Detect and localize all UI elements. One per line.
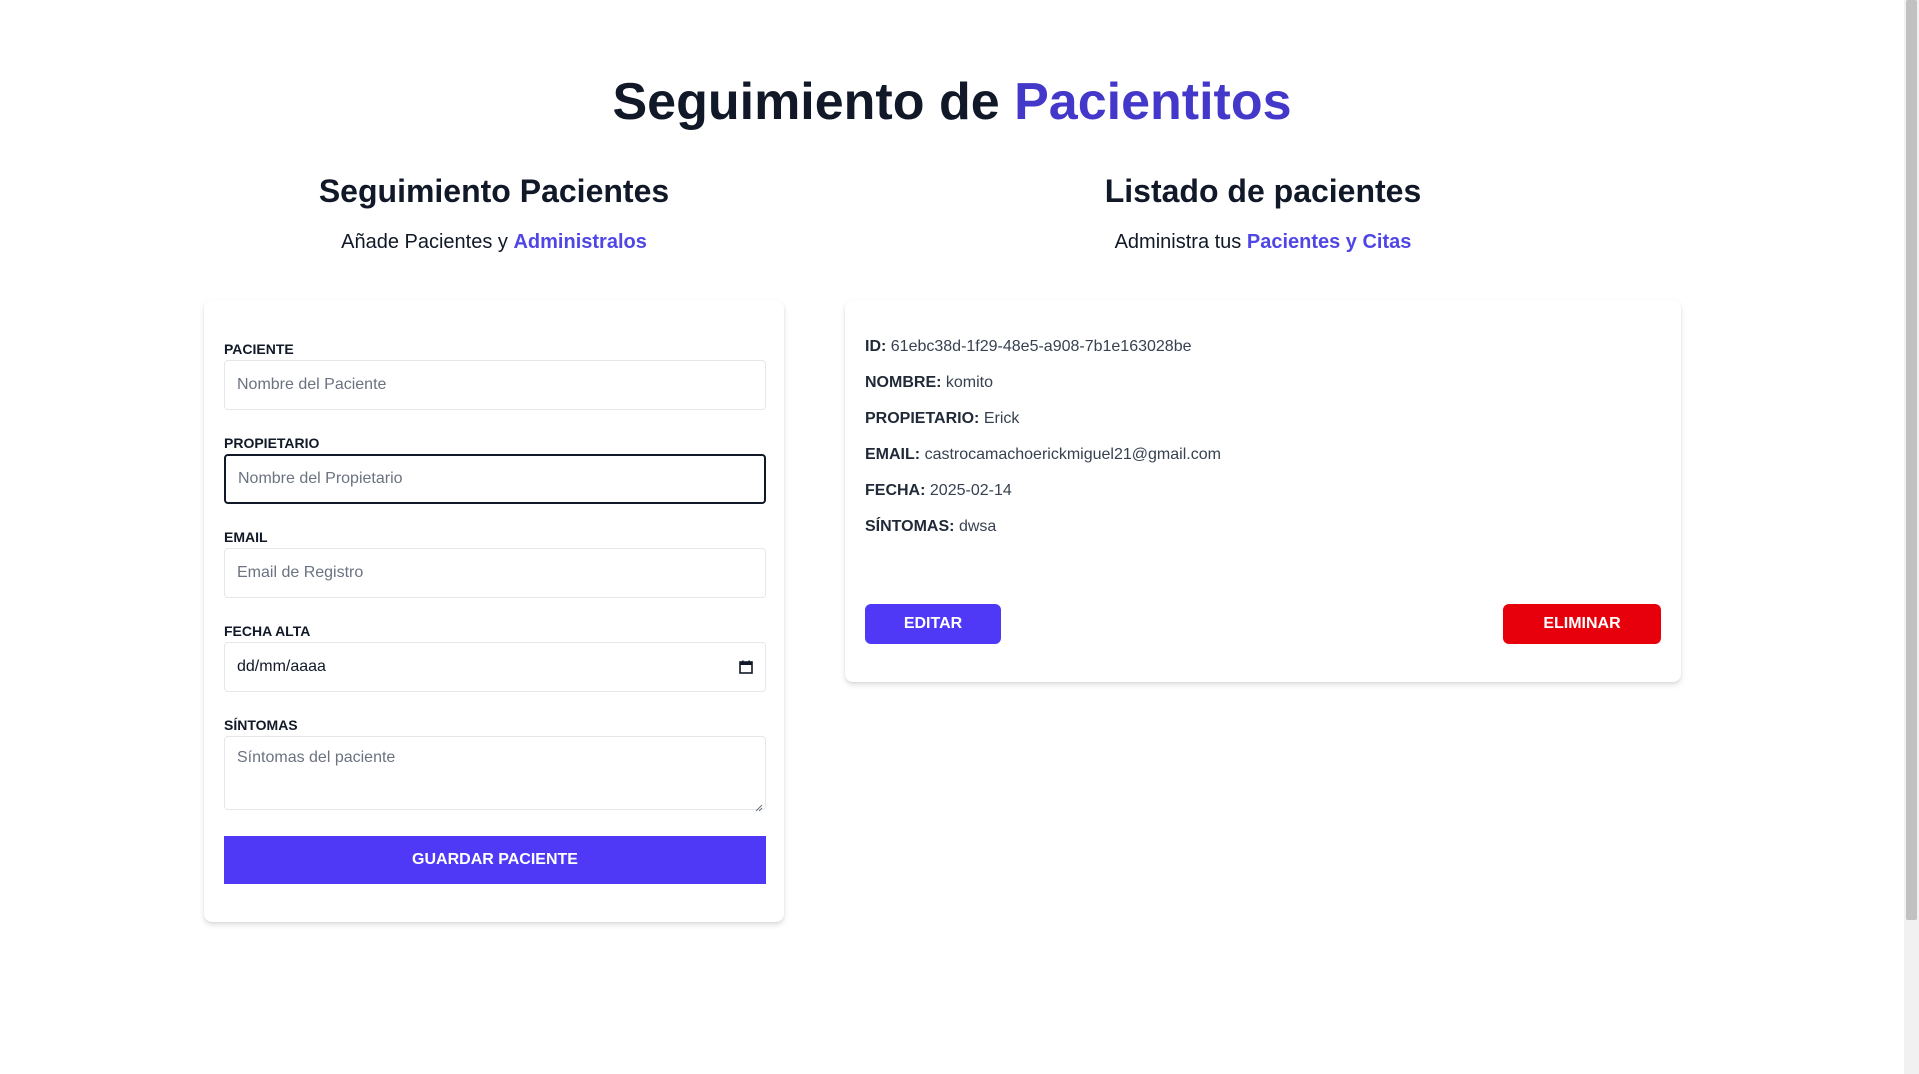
owner-name-input[interactable] xyxy=(224,454,766,504)
patient-date-key: FECHA: xyxy=(865,482,926,499)
save-patient-button[interactable]: GUARDAR PACIENTE xyxy=(224,836,766,884)
patient-id-row: ID: 61ebc38d-1f29-48e5-a908-7b1e163028be xyxy=(865,338,1192,356)
owner-name-label: PROPIETARIO xyxy=(224,435,320,451)
patient-owner-key: PROPIETARIO: xyxy=(865,410,980,427)
patient-email-key: EMAIL: xyxy=(865,446,921,463)
calendar-icon[interactable] xyxy=(739,660,753,674)
page-title: Seguimiento de Pacientitos xyxy=(0,72,1904,132)
delete-button[interactable]: ELIMINAR xyxy=(1503,604,1661,644)
form-subtitle-text: Añade Pacientes y xyxy=(341,231,514,253)
patient-email-row: EMAIL: castrocamachoerickmiguel21@gmail.… xyxy=(865,446,1221,464)
patient-id-key: ID: xyxy=(865,338,887,355)
form-section-heading: Seguimiento Pacientes xyxy=(318,173,670,209)
patient-name-row: NOMBRE: komito xyxy=(865,374,993,392)
discharge-date-label: FECHA ALTA xyxy=(224,623,311,639)
edit-button[interactable]: EDITAR xyxy=(865,604,1001,644)
patient-symptoms-key: SÍNTOMAS: xyxy=(865,518,955,535)
date-placeholder: dd/mm/aaaa xyxy=(237,658,326,675)
discharge-date-input[interactable]: dd/mm/aaaa xyxy=(224,642,766,692)
patient-name-value: komito xyxy=(945,374,994,391)
resize-grip-icon[interactable] xyxy=(755,799,763,812)
patient-email-value: castrocamachoerickmiguel21@gmail.com xyxy=(924,446,1221,463)
email-input[interactable] xyxy=(224,548,766,598)
page-title-accent: Pacientitos xyxy=(1014,73,1292,131)
patient-card: ID: 61ebc38d-1f29-48e5-a908-7b1e163028be… xyxy=(845,300,1681,682)
form-section-header: Seguimiento Pacientes Añade Pacientes y … xyxy=(204,171,784,255)
form-subtitle-accent: Administralos xyxy=(513,231,647,253)
list-section-header: Listado de pacientes Administra tus Paci… xyxy=(845,171,1681,255)
list-subtitle-accent: Pacientes y Citas xyxy=(1246,231,1412,253)
patient-form: PACIENTE PROPIETARIO EMAIL FECHA ALTA dd… xyxy=(204,300,784,922)
patient-name-input[interactable] xyxy=(224,360,766,410)
list-section-subtitle: Administra tus Pacientes y Citas xyxy=(845,229,1681,255)
page: Seguimiento de Pacientitos Seguimiento P… xyxy=(0,0,1904,1074)
scrollbar-thumb[interactable] xyxy=(1906,0,1917,920)
symptoms-label: SÍNTOMAS xyxy=(224,717,298,733)
symptoms-placeholder: Síntomas del paciente xyxy=(237,749,396,766)
page-title-part1: Seguimiento de xyxy=(612,73,1015,131)
patient-symptoms-value: dwsa xyxy=(958,518,997,535)
list-section-heading: Listado de pacientes xyxy=(1104,173,1422,209)
symptoms-textarea[interactable]: Síntomas del paciente xyxy=(224,736,766,812)
patient-id-value: 61ebc38d-1f29-48e5-a908-7b1e163028be xyxy=(890,338,1192,355)
patient-date-row: FECHA: 2025-02-14 xyxy=(865,482,1012,500)
patient-symptoms-row: SÍNTOMAS: dwsa xyxy=(865,518,996,536)
patient-owner-row: PROPIETARIO: Erick xyxy=(865,410,1019,428)
patient-name-label: PACIENTE xyxy=(224,341,294,357)
form-section-subtitle: Añade Pacientes y Administralos xyxy=(204,229,784,255)
email-label: EMAIL xyxy=(224,529,268,545)
patient-date-value: 2025-02-14 xyxy=(929,482,1012,499)
patient-name-key: NOMBRE: xyxy=(865,374,942,391)
vertical-scrollbar[interactable] xyxy=(1904,0,1919,1074)
list-subtitle-text: Administra tus xyxy=(1114,231,1247,253)
patient-owner-value: Erick xyxy=(983,410,1020,427)
